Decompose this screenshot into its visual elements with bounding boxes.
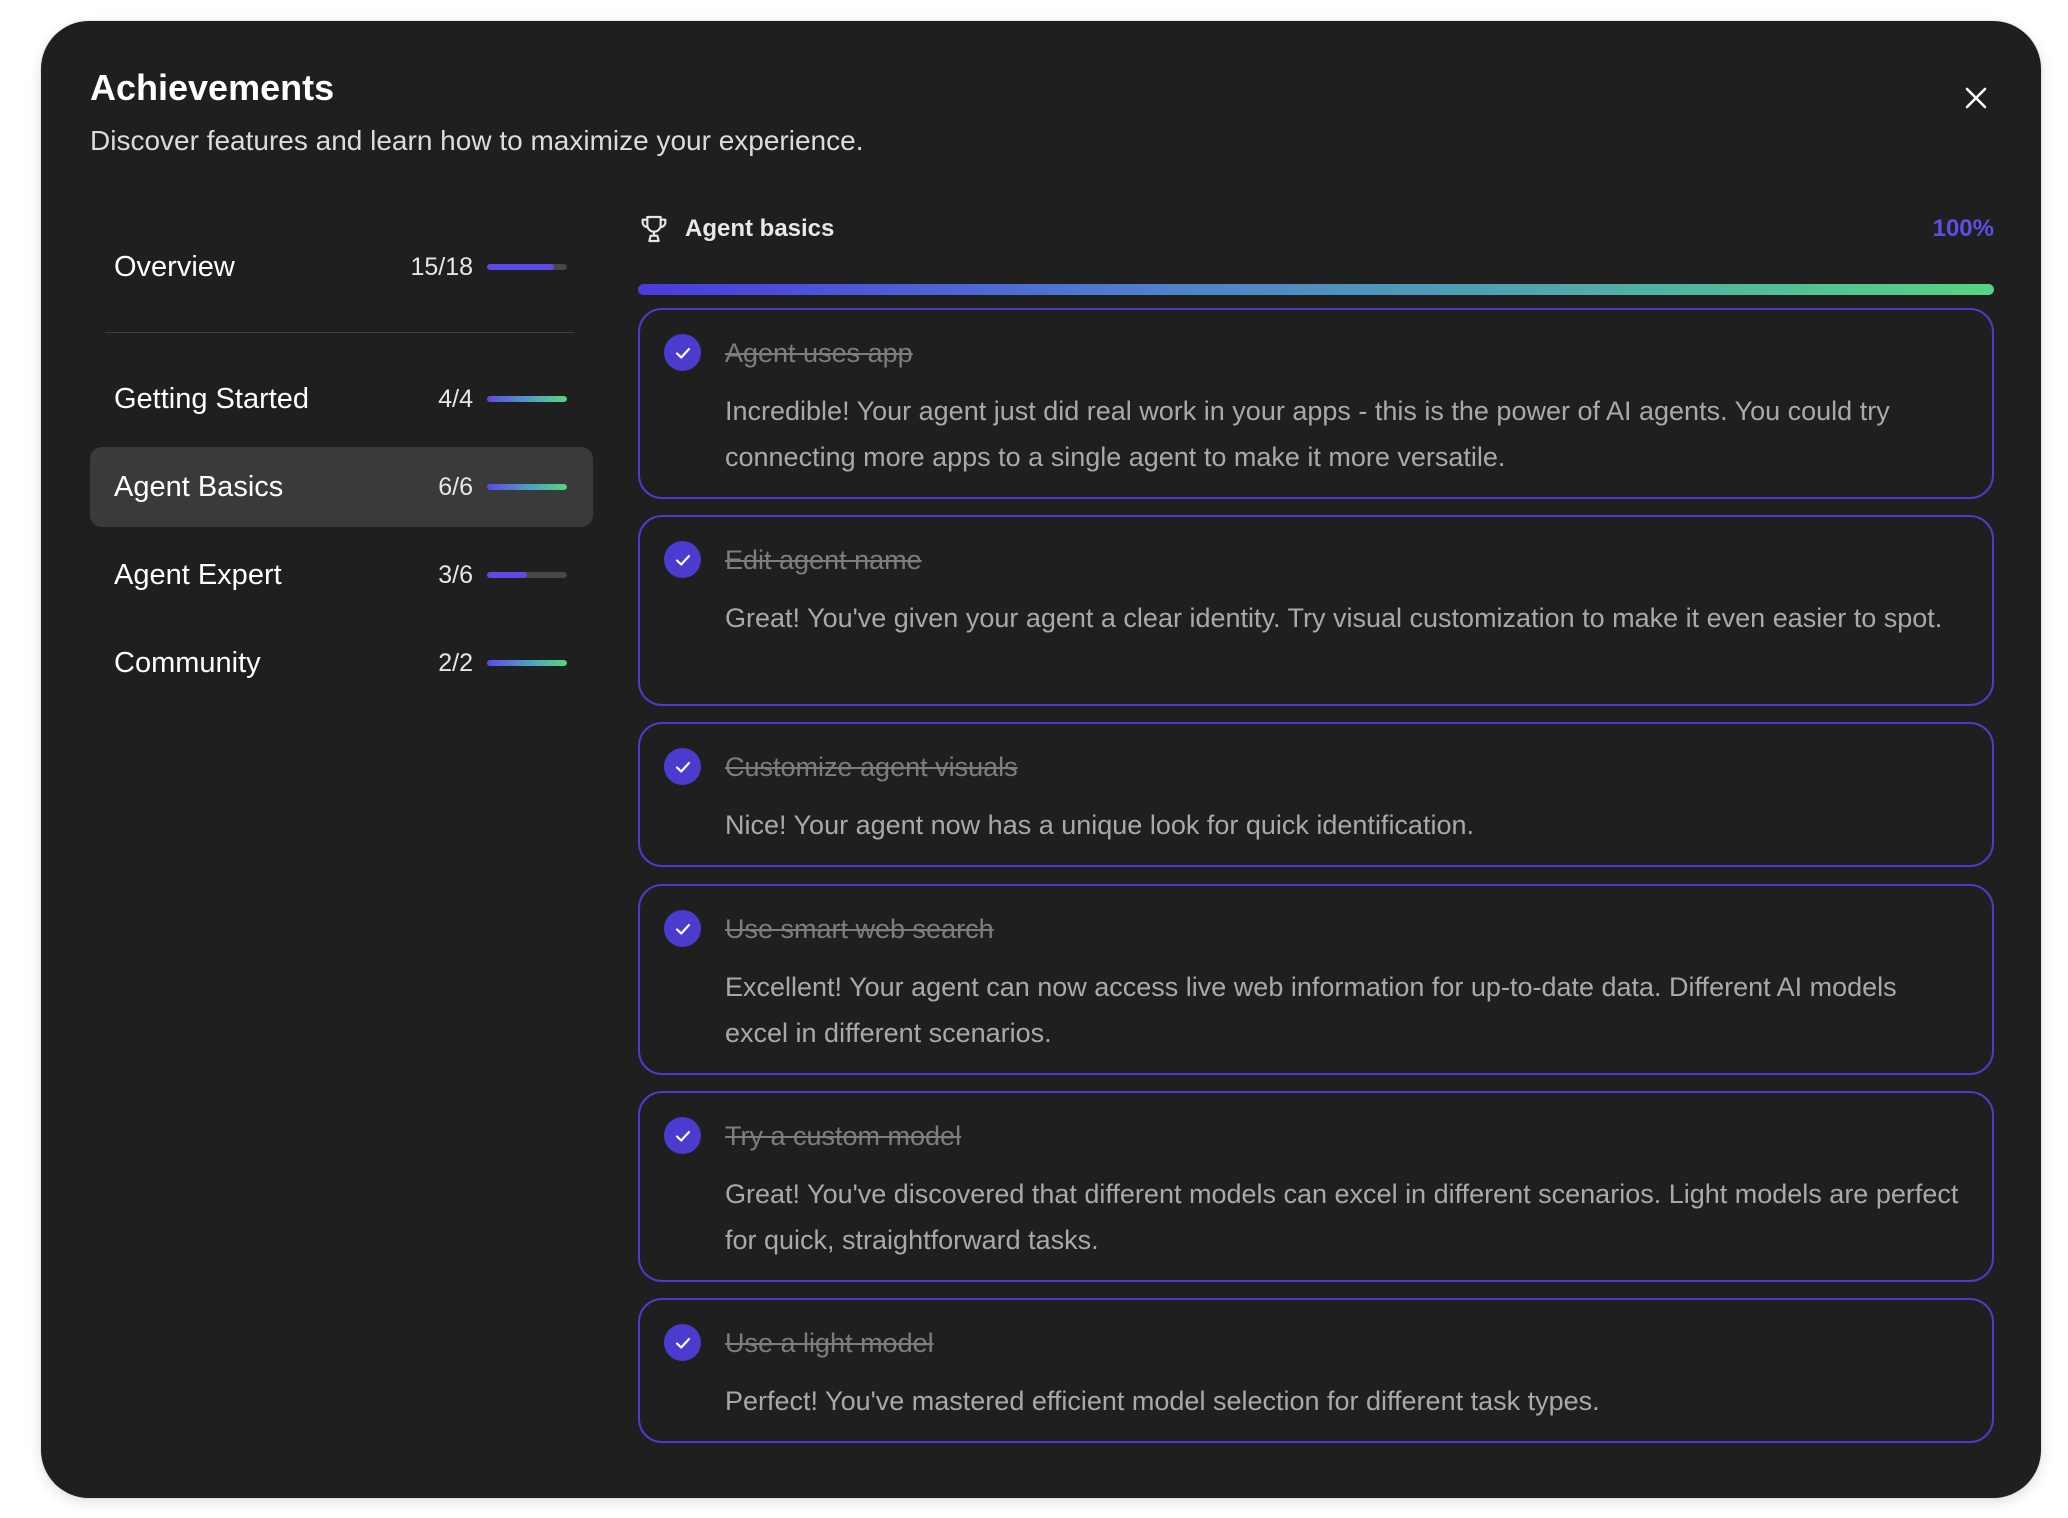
close-button[interactable]	[1951, 73, 2001, 123]
sidebar-item-community[interactable]: Community 2/2	[90, 623, 593, 703]
achievements-modal: Achievements Discover features and learn…	[41, 21, 2041, 1498]
check-icon	[664, 1117, 701, 1154]
sidebar-item-count: 3/6	[438, 560, 473, 589]
progress-bar	[487, 660, 567, 666]
achievement-description: Great! You've discovered that different …	[725, 1179, 1959, 1255]
section-title: Agent basics	[685, 215, 835, 242]
achievement-description: Perfect! You've mastered efficient model…	[725, 1386, 1600, 1416]
progress-bar	[487, 264, 567, 270]
sidebar-item-count: 6/6	[438, 472, 473, 501]
progress-bar	[487, 572, 567, 578]
achievement-title: Customize agent visuals	[725, 752, 1018, 782]
progress-bar	[487, 484, 567, 490]
modal-title: Achievements	[90, 67, 335, 108]
achievement-card[interactable]: Try a custom model Great! You've discove…	[638, 1091, 1994, 1282]
sidebar-item-overview[interactable]: Overview 15/18	[90, 227, 593, 307]
sidebar-item-label: Overview	[114, 250, 235, 283]
sidebar-item-label: Community	[114, 646, 261, 679]
close-icon	[1965, 87, 1987, 109]
section-header: Agent basics 100%	[638, 209, 1994, 259]
achievement-card[interactable]: Use smart web search Excellent! Your age…	[638, 884, 1994, 1075]
achievement-card[interactable]: Edit agent name Great! You've given your…	[638, 515, 1994, 706]
section-percent: 100%	[1932, 215, 1994, 242]
achievement-description: Incredible! Your agent just did real wor…	[725, 396, 1890, 472]
sidebar-item-label: Agent Expert	[114, 558, 282, 591]
achievement-title: Edit agent name	[725, 545, 922, 575]
check-icon	[664, 748, 701, 785]
achievement-description: Nice! Your agent now has a unique look f…	[725, 810, 1474, 840]
sidebar-item-count: 15/18	[410, 252, 473, 281]
check-icon	[664, 334, 701, 371]
sidebar-item-count: 4/4	[438, 384, 473, 413]
progress-fill	[487, 660, 567, 666]
sidebar-item-count: 2/2	[438, 648, 473, 677]
section-progress-bar	[638, 284, 1994, 295]
progress-fill	[487, 484, 567, 490]
sidebar-item-agent-basics[interactable]: Agent Basics 6/6	[90, 447, 593, 527]
achievement-title: Use a light model	[725, 1328, 934, 1358]
progress-fill	[487, 264, 554, 270]
progress-fill	[487, 396, 567, 402]
sidebar-item-agent-expert[interactable]: Agent Expert 3/6	[90, 535, 593, 615]
achievement-title: Try a custom model	[725, 1121, 962, 1151]
achievement-title: Use smart web search	[725, 914, 994, 944]
achievement-card[interactable]: Customize agent visuals Nice! Your agent…	[638, 722, 1994, 867]
achievement-description: Excellent! Your agent can now access liv…	[725, 972, 1897, 1048]
achievement-title: Agent uses app	[725, 338, 913, 368]
section-progress-fill	[638, 284, 1994, 295]
sidebar-item-label: Getting Started	[114, 382, 310, 415]
check-icon	[664, 541, 701, 578]
achievement-card[interactable]: Use a light model Perfect! You've master…	[638, 1298, 1994, 1443]
trophy-icon	[641, 215, 667, 243]
sidebar-item-getting-started[interactable]: Getting Started 4/4	[90, 359, 593, 439]
achievement-description: Great! You've given your agent a clear i…	[725, 603, 1943, 633]
modal-subtitle: Discover features and learn how to maxim…	[90, 125, 864, 156]
achievement-card[interactable]: Agent uses app Incredible! Your agent ju…	[638, 308, 1994, 499]
check-icon	[664, 910, 701, 947]
check-icon	[664, 1324, 701, 1361]
progress-fill	[487, 572, 527, 578]
sidebar-item-label: Agent Basics	[114, 470, 284, 503]
sidebar-divider	[105, 332, 575, 333]
progress-bar	[487, 396, 567, 402]
